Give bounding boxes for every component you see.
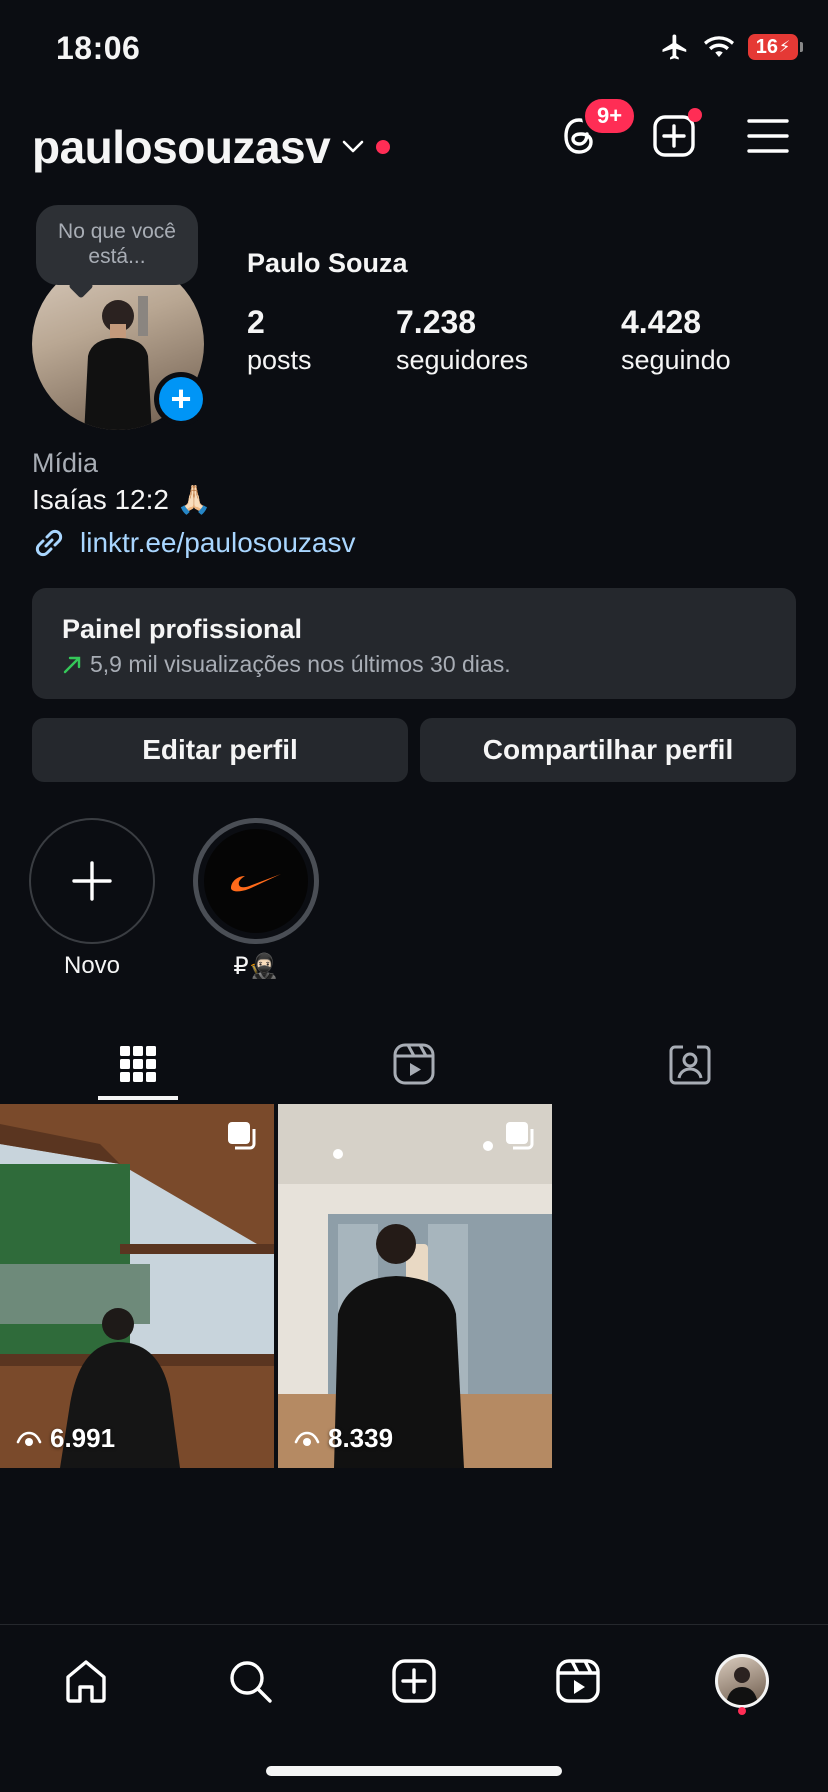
notification-dot bbox=[688, 108, 702, 122]
avatar-photo bbox=[726, 1667, 758, 1705]
reels-icon bbox=[393, 1043, 435, 1085]
display-name: Paulo Souza bbox=[247, 248, 408, 278]
nav-create[interactable] bbox=[384, 1651, 444, 1711]
edit-profile-button[interactable]: Editar perfil bbox=[32, 718, 408, 782]
plus-icon: + bbox=[170, 378, 192, 419]
nav-profile[interactable] bbox=[712, 1651, 772, 1711]
stat-label: posts bbox=[247, 345, 312, 375]
add-square-icon bbox=[653, 115, 695, 157]
profile-avatar-small bbox=[715, 1654, 769, 1708]
nav-reels[interactable] bbox=[548, 1651, 608, 1711]
username: paulosouzasv bbox=[32, 121, 331, 173]
carousel-icon bbox=[228, 1122, 256, 1150]
active-tab-indicator bbox=[98, 1096, 178, 1100]
stat-following[interactable]: 4.428 seguindo bbox=[621, 304, 731, 376]
story-prompt-bubble[interactable]: No que você está... bbox=[36, 205, 198, 285]
search-icon bbox=[230, 1661, 272, 1703]
stat-value: 4.428 bbox=[621, 304, 702, 340]
header-actions: 9+ bbox=[556, 96, 792, 160]
stat-posts[interactable]: 2 posts bbox=[247, 304, 312, 376]
link-text: linktr.ee/paulosouzasv bbox=[80, 527, 356, 558]
battery-level: 16 bbox=[755, 35, 778, 58]
create-button[interactable] bbox=[650, 108, 702, 160]
notification-dot bbox=[376, 140, 391, 154]
stat-label: seguidores bbox=[396, 345, 529, 375]
home-icon bbox=[66, 1660, 106, 1703]
dashboard-title: Painel profissional bbox=[62, 614, 303, 644]
profile-category: Mídia bbox=[32, 448, 99, 478]
stat-value: 2 bbox=[247, 304, 265, 340]
home-indicator[interactable] bbox=[266, 1766, 562, 1776]
trend-up-icon bbox=[63, 656, 81, 673]
carousel-icon bbox=[506, 1122, 534, 1150]
eye-icon bbox=[16, 1431, 42, 1446]
post-views: 6.991 bbox=[16, 1423, 115, 1454]
highlight-label: Novo bbox=[63, 952, 121, 979]
new-highlight-button[interactable] bbox=[29, 818, 155, 944]
profile-link[interactable]: linktr.ee/paulosouzasv bbox=[32, 526, 356, 560]
tagged-person-icon bbox=[669, 1045, 711, 1085]
account-switcher[interactable]: paulosouzasv bbox=[32, 120, 391, 174]
post-thumbnail[interactable]: 6.991 bbox=[0, 1104, 274, 1468]
status-time: 18:06 bbox=[56, 30, 141, 66]
plus-icon bbox=[72, 861, 112, 901]
tab-tagged[interactable] bbox=[552, 1028, 828, 1100]
view-count: 6.991 bbox=[50, 1423, 116, 1453]
profile-bio: Isaías 12:2 🙏🏻 bbox=[32, 484, 212, 515]
highlight-label: ₽🥷🏻 bbox=[233, 953, 279, 980]
notification-dot bbox=[738, 1707, 746, 1715]
stat-value: 7.238 bbox=[396, 304, 477, 340]
add-story-button[interactable]: + bbox=[154, 372, 208, 426]
threads-button[interactable]: 9+ bbox=[556, 96, 638, 160]
avatar-photo bbox=[84, 296, 152, 430]
link-icon bbox=[35, 529, 63, 557]
stat-followers[interactable]: 7.238 seguidores bbox=[396, 304, 528, 376]
professional-dashboard[interactable]: Painel profissional 5,9 mil visualizaçõe… bbox=[32, 588, 796, 699]
chevron-down-icon bbox=[342, 140, 364, 153]
highlight-item[interactable] bbox=[193, 818, 319, 944]
post-image bbox=[278, 1104, 552, 1468]
stat-label: seguindo bbox=[621, 345, 731, 375]
post-image bbox=[0, 1104, 274, 1468]
dashboard-subtitle-row: 5,9 mil visualizações nos últimos 30 dia… bbox=[62, 651, 766, 678]
hamburger-icon bbox=[747, 119, 789, 153]
profile-tabs bbox=[0, 1028, 828, 1100]
dashboard-subtitle: 5,9 mil visualizações nos últimos 30 dia… bbox=[90, 651, 511, 677]
menu-button[interactable] bbox=[744, 112, 792, 160]
status-icons: 16 ⚡ bbox=[660, 32, 803, 62]
battery-indicator: 16 ⚡ bbox=[748, 34, 803, 60]
reels-icon bbox=[556, 1659, 600, 1703]
add-square-icon bbox=[392, 1659, 436, 1703]
tab-posts-grid[interactable] bbox=[0, 1028, 276, 1100]
post-views: 8.339 bbox=[294, 1423, 393, 1454]
threads-badge: 9+ bbox=[582, 96, 638, 136]
eye-icon bbox=[294, 1431, 320, 1446]
share-profile-button[interactable]: Compartilhar perfil bbox=[420, 718, 796, 782]
post-thumbnail[interactable]: 8.339 bbox=[278, 1104, 552, 1468]
nike-swoosh-icon bbox=[231, 874, 281, 892]
tab-reels[interactable] bbox=[276, 1028, 552, 1100]
nav-search[interactable] bbox=[220, 1651, 280, 1711]
wifi-icon bbox=[704, 36, 734, 57]
nav-home[interactable] bbox=[56, 1651, 116, 1711]
airplane-icon bbox=[662, 34, 687, 60]
highlight-cover bbox=[204, 829, 308, 933]
view-count: 8.339 bbox=[328, 1423, 394, 1453]
grid-icon bbox=[120, 1046, 156, 1082]
